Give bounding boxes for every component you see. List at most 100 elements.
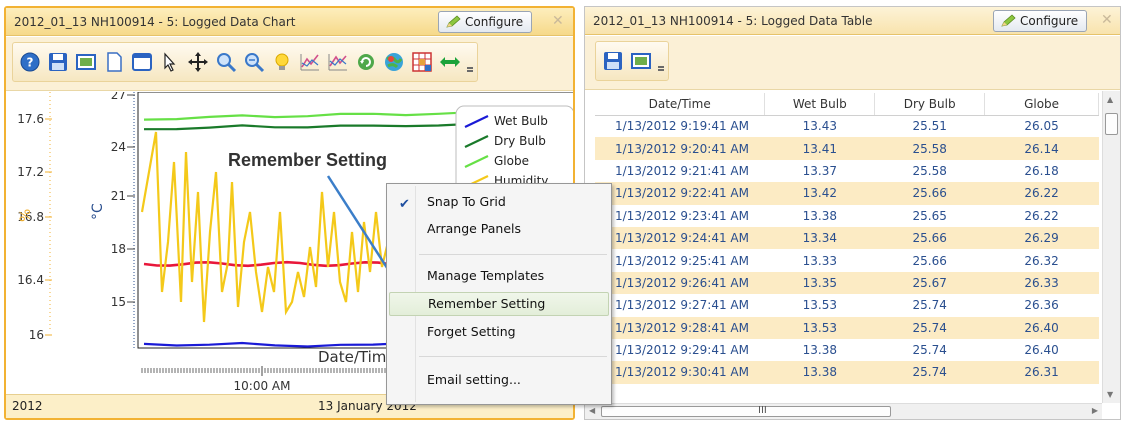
grid-icon[interactable] [409, 49, 435, 75]
table-row[interactable]: 1/13/2012 9:28:41 AM 13.53 25.74 26.40 [595, 316, 1099, 339]
scroll-left-icon[interactable]: ◀ [589, 406, 595, 415]
table-cell: 13.34 [764, 226, 875, 250]
table-cell: 25.67 [874, 271, 985, 295]
table-panel-titlebar[interactable]: 2012_01_13 NH100914 - 5: Logged Data Tab… [585, 7, 1120, 35]
window-icon[interactable] [129, 49, 155, 75]
new-page-icon[interactable] [101, 49, 127, 75]
pct-tick-label: 16 [29, 328, 44, 342]
save-icon[interactable] [600, 48, 626, 74]
table-row[interactable]: 1/13/2012 9:27:41 AM 13.53 25.74 26.36 [595, 294, 1099, 316]
chart-toolbar: ? [6, 37, 573, 91]
scroll-right-icon[interactable]: ▶ [1092, 406, 1098, 415]
table-cell: 13.38 [764, 361, 875, 384]
toolbar-overflow-icon[interactable] [467, 49, 473, 75]
x-tick-label: 10:00 AM [234, 379, 291, 393]
globe-icon[interactable] [381, 49, 407, 75]
menu-item-manage-templates[interactable]: Manage Templates [389, 264, 609, 288]
table-header-row: Date/Time Wet Bulb Dry Bulb Globe [595, 93, 1099, 116]
x-axis-label: Date/Time [318, 348, 396, 366]
vertical-scrollbar[interactable]: ▲ ▼ [1102, 91, 1120, 403]
table-cell: 1/13/2012 9:25:41 AM [615, 253, 749, 268]
table-row[interactable]: 1/13/2012 9:21:41 AM 13.37 25.58 26.18 [595, 160, 1099, 182]
table-cell: 26.31 [984, 361, 1099, 384]
legend: Wet BulbDry BulbGlobeHumidity [455, 105, 573, 195]
image-icon[interactable] [628, 48, 654, 74]
table-row[interactable]: 1/13/2012 9:26:41 AM 13.35 25.67 26.33 [595, 271, 1099, 295]
table-cell: 1/13/2012 9:26:41 AM [595, 271, 765, 295]
menu-item-forget-setting[interactable]: Forget Setting [389, 320, 609, 344]
table-cell: 13.41 [764, 137, 875, 160]
table-area: Date/Time Wet Bulb Dry Bulb Globe 1/13/2… [585, 91, 1120, 419]
menu-item-label: Forget Setting [427, 324, 516, 339]
column-header-datetime[interactable]: Date/Time [595, 93, 766, 116]
toolbar-overflow-icon[interactable] [658, 48, 664, 74]
table-panel: 2012_01_13 NH100914 - 5: Logged Data Tab… [584, 6, 1121, 420]
table-row[interactable]: 1/13/2012 9:25:41 AM 13.33 25.66 26.32 [595, 249, 1099, 271]
table-cell: 13.38 [802, 343, 837, 358]
table-cell: 1/13/2012 9:22:41 AM [595, 182, 765, 205]
table-cell: 1/13/2012 9:27:41 AM [615, 298, 749, 313]
table-cell: 25.74 [874, 316, 985, 339]
table-row[interactable]: 1/13/2012 9:19:41 AM 13.43 25.51 26.05 [595, 115, 1099, 137]
table-cell: 26.05 [1024, 119, 1059, 134]
status-year: 2012 [12, 399, 43, 413]
save-icon[interactable] [45, 49, 71, 75]
table-cell: 25.66 [874, 182, 985, 205]
chart-configure-button[interactable]: Configure [438, 11, 533, 33]
table-cell: 25.66 [912, 253, 947, 268]
bulb-icon[interactable] [269, 49, 295, 75]
table-cell: 25.66 [874, 226, 985, 250]
image-icon[interactable] [73, 49, 99, 75]
pencil-icon [1001, 14, 1016, 27]
table-row[interactable]: 1/13/2012 9:29:41 AM 13.38 25.74 26.40 [595, 339, 1099, 361]
table-cell: 1/13/2012 9:23:41 AM [615, 208, 749, 223]
column-header-dry-bulb[interactable]: Dry Bulb [874, 93, 986, 116]
line-chart-icon[interactable] [297, 49, 323, 75]
chart-panel-titlebar[interactable]: 2012_01_13 NH100914 - 5: Logged Data Cha… [6, 8, 573, 36]
menu-item-label: Arrange Panels [427, 221, 522, 236]
horizontal-scrollbar[interactable]: ◀ III ▶ [585, 403, 1102, 419]
menu-item-arrange-panels[interactable]: Arrange Panels [389, 217, 609, 241]
table-row[interactable]: 1/13/2012 9:30:41 AM 13.38 25.74 26.31 [595, 361, 1099, 384]
fit-arrows-icon[interactable] [437, 49, 463, 75]
column-header-globe[interactable]: Globe [984, 93, 1099, 116]
table-configure-button[interactable]: Configure [993, 10, 1088, 32]
table-row[interactable]: 1/13/2012 9:24:41 AM 13.34 25.66 26.29 [595, 226, 1099, 250]
table-cell: 26.40 [1024, 343, 1059, 358]
celsius-axis-label: °C [90, 203, 106, 220]
scroll-down-icon[interactable]: ▼ [1107, 390, 1113, 399]
column-header-wet-bulb[interactable]: Wet Bulb [764, 93, 876, 116]
chart-toolstrip: ? [12, 42, 478, 82]
pan-icon[interactable] [185, 49, 211, 75]
table-row[interactable]: 1/13/2012 9:22:41 AM 13.42 25.66 26.22 [595, 182, 1099, 205]
zoom-in-icon[interactable] [213, 49, 239, 75]
menu-separator [419, 356, 607, 357]
table-cell: 13.37 [802, 163, 837, 178]
celsius-tick-label: 18 [111, 242, 126, 256]
menu-item-remember-setting[interactable]: Remember Setting [389, 292, 609, 316]
table-cell: 26.14 [984, 137, 1099, 160]
menu-item-snap-to-grid[interactable]: ✔ Snap To Grid [389, 190, 609, 214]
menu-item-email-setting[interactable]: Email setting... [389, 368, 609, 392]
table-cell: 13.53 [764, 316, 875, 339]
legend-label: Globe [494, 154, 529, 168]
celsius-tick-label: 27 [111, 92, 126, 102]
table-cell: 26.18 [1024, 163, 1059, 178]
line-chart-2-icon[interactable] [325, 49, 351, 75]
select-arrow-icon[interactable] [157, 49, 183, 75]
legend-label: Wet Bulb [494, 114, 548, 128]
help-icon[interactable]: ? [17, 49, 43, 75]
vertical-scroll-thumb[interactable] [1105, 113, 1118, 135]
table-row[interactable]: 1/13/2012 9:20:41 AM 13.41 25.58 26.14 [595, 137, 1099, 160]
scroll-up-icon[interactable]: ▲ [1107, 95, 1113, 104]
table-cell: 13.33 [802, 253, 837, 268]
table-row[interactable]: 1/13/2012 9:23:41 AM 13.38 25.65 26.22 [595, 205, 1099, 227]
table-cell: 25.74 [912, 343, 947, 358]
table-close-icon[interactable]: ✕ [1101, 12, 1113, 28]
refresh-icon[interactable] [353, 49, 379, 75]
chart-panel-title: 2012_01_13 NH100914 - 5: Logged Data Cha… [14, 15, 296, 29]
table-cell: 26.22 [1024, 208, 1059, 223]
chart-close-icon[interactable]: ✕ [552, 13, 564, 29]
zoom-out-icon[interactable] [241, 49, 267, 75]
horizontal-scroll-thumb[interactable]: III [601, 405, 891, 417]
